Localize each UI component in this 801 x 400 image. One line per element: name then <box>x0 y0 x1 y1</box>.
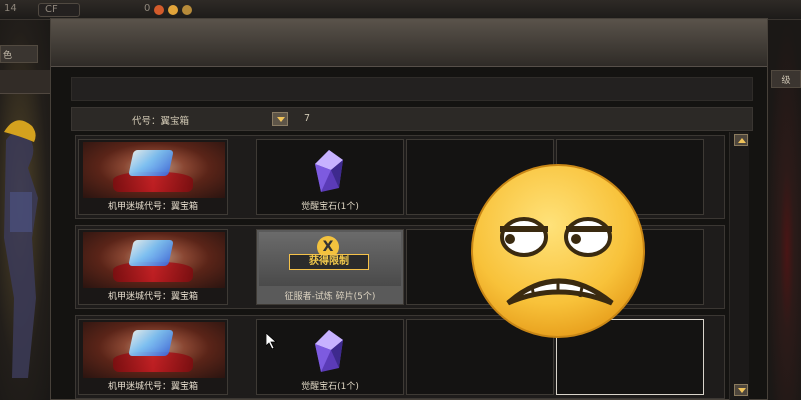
crystal-icon <box>315 150 343 192</box>
box-cell[interactable]: 机甲迷城代号：翼宝箱 <box>78 139 228 215</box>
mecha-box-image <box>83 322 225 378</box>
mecha-box-image <box>83 232 225 288</box>
hud-number: 14 <box>4 3 17 14</box>
rewards-dialog: 代号：翼宝箱 7 机甲迷城代号：翼宝箱 觉醒宝石(1个) 机甲迷城代号：翼宝箱 … <box>50 18 768 400</box>
reward-slot[interactable]: 觉醒宝石(1个) <box>256 319 404 395</box>
hud-pill[interactable]: CF <box>38 3 80 17</box>
scroll-down-button[interactable] <box>734 384 748 396</box>
left-tab[interactable]: 色 <box>0 45 38 63</box>
scroll-up-button[interactable] <box>734 134 748 146</box>
limited-badge-image: X 获得限制 <box>259 232 401 286</box>
filter-dropdown-button[interactable] <box>272 112 288 126</box>
right-tab[interactable]: 级 <box>771 70 801 88</box>
top-hud: 14 CF 0 <box>0 0 801 20</box>
reward-slot[interactable]: 觉醒宝石(1个) <box>256 139 404 215</box>
box-cell[interactable]: 机甲迷城代号：翼宝箱 <box>78 229 228 305</box>
hud-coin-count: 0 <box>144 3 151 14</box>
box-label: 机甲迷城代号：翼宝箱 <box>107 382 198 392</box>
game-screen: 14 CF 0 色 级 代号：翼宝箱 7 机甲迷城代号：翼宝箱 觉醒宝石(1个)… <box>0 0 801 400</box>
dialog-toolbar <box>71 77 753 101</box>
filter-label: 代号：翼宝箱 <box>132 116 190 127</box>
box-label: 机甲迷城代号：翼宝箱 <box>107 292 198 302</box>
filter-count: 7 <box>304 113 311 124</box>
gold-icon <box>168 5 178 15</box>
badge-text: 获得限制 <box>289 254 369 270</box>
scrollbar[interactable] <box>729 132 749 400</box>
hud-pill-label: CF <box>45 4 58 15</box>
reward-label: 觉醒宝石(1个) <box>301 202 359 212</box>
reward-slot[interactable]: X 获得限制 征服者-试炼 碎片(5个) <box>256 229 404 305</box>
box-cell[interactable]: 机甲迷城代号：翼宝箱 <box>78 319 228 395</box>
medal-icon <box>182 5 192 15</box>
mecha-box-image <box>83 142 225 198</box>
box-label: 机甲迷城代号：翼宝箱 <box>107 202 198 212</box>
crystal-icon <box>315 330 343 372</box>
mouse-cursor-icon <box>266 333 278 349</box>
left-tab-secondary[interactable] <box>0 70 50 94</box>
reward-label: 征服者-试炼 碎片(5个) <box>284 292 376 302</box>
dialog-header <box>51 19 767 67</box>
coin-icon <box>154 5 164 15</box>
grimacing-emoji-icon <box>471 164 645 338</box>
reward-label: 觉醒宝石(1个) <box>301 382 359 392</box>
filter-row: 代号：翼宝箱 7 <box>71 107 753 131</box>
